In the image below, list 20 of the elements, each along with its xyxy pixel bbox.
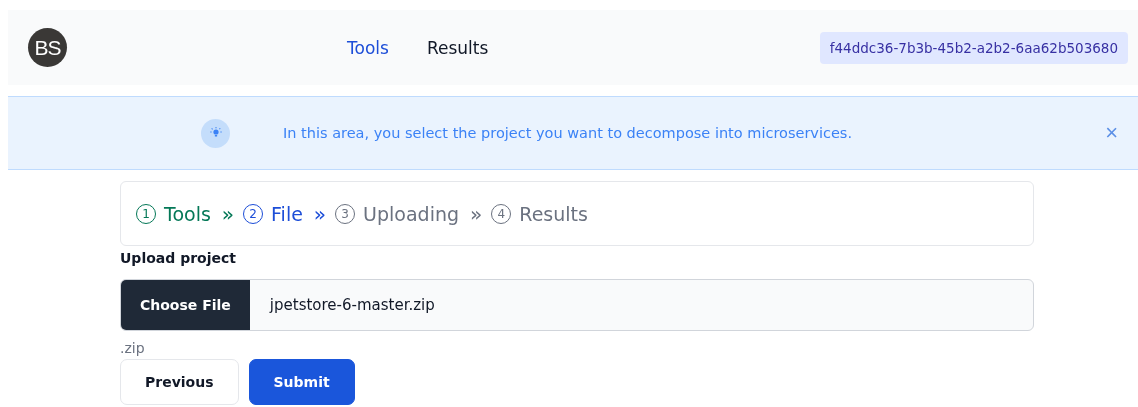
step-label: Results [519,202,588,225]
logo[interactable]: BS [28,28,67,67]
step-label: Tools [164,202,211,225]
choose-file-button[interactable]: Choose File [121,280,250,330]
step-label: Uploading [363,202,460,225]
file-input[interactable]: Choose File jpetstore-6-master.zip [120,279,1034,331]
file-type-hint: .zip [120,340,146,356]
nav-link[interactable]: Tools [347,37,389,58]
nav-link[interactable]: Results [426,37,489,58]
chevron-separator: » [470,201,483,226]
session-id-badge: f44ddc36-7b3b-45b2-a2b2-6aa62b503680 [819,31,1128,64]
field-label: Upload project [120,250,237,266]
chevron-separator: » [313,201,327,226]
chevron-separator: » [221,201,235,226]
step-label: File [271,202,303,225]
file-name: jpetstore-6-master.zip [269,296,435,314]
submit-button[interactable]: Submit [248,359,355,405]
info-message: In this area, you select the project you want to decompose into microservices. [283,125,852,141]
previous-button[interactable]: Previous [120,359,239,405]
lightbulb-icon [201,118,230,148]
